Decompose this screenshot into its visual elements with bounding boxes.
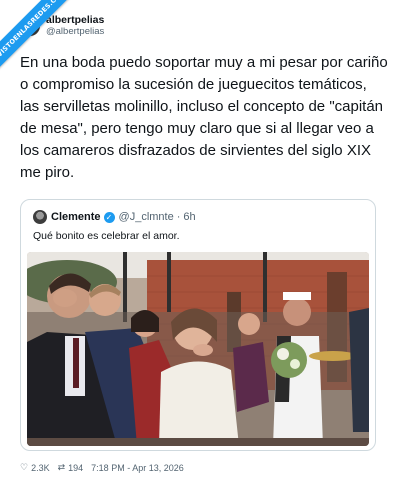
meta-separator: · [176, 211, 181, 223]
tweet-footer: ♡ 2.3K ⇄ 194 7:18 PM - Apr 13, 2026 [20, 463, 184, 473]
retweet-icon: ⇄ [57, 463, 66, 473]
quoted-tweet[interactable]: Clemente ✓ @J_clmnte · 6h Qué bonito es … [20, 199, 376, 451]
tweet-text: En una boda puedo soportar muy a mi pesa… [20, 54, 388, 181]
wedding-photo-illustration [27, 252, 369, 446]
retweet-count: 194 [68, 463, 84, 473]
quoted-display-name[interactable]: Clemente [51, 211, 101, 223]
author-names: albertpelias @albertpelias [46, 14, 104, 38]
like-action[interactable]: ♡ 2.3K [20, 463, 50, 473]
heart-icon: ♡ [20, 463, 29, 473]
user-handle[interactable]: @albertpelias [46, 26, 104, 38]
like-count: 2.3K [31, 463, 50, 473]
display-name[interactable]: albertpelias [46, 14, 104, 26]
verified-badge-icon: ✓ [103, 211, 115, 223]
wedding-photo[interactable] [27, 252, 369, 446]
retweet-action[interactable]: ⇄ 194 [58, 463, 84, 473]
timestamp[interactable]: 7:18 PM - Apr 13, 2026 [91, 463, 184, 473]
quoted-avatar[interactable] [33, 210, 47, 224]
quoted-time[interactable]: 6h [183, 211, 195, 223]
quoted-tweet-header: Clemente ✓ @J_clmnte · 6h [33, 210, 196, 224]
quoted-handle[interactable]: @J_clmnte [119, 211, 174, 223]
quoted-text: Qué bonito es celebrar el amor. [33, 230, 180, 242]
